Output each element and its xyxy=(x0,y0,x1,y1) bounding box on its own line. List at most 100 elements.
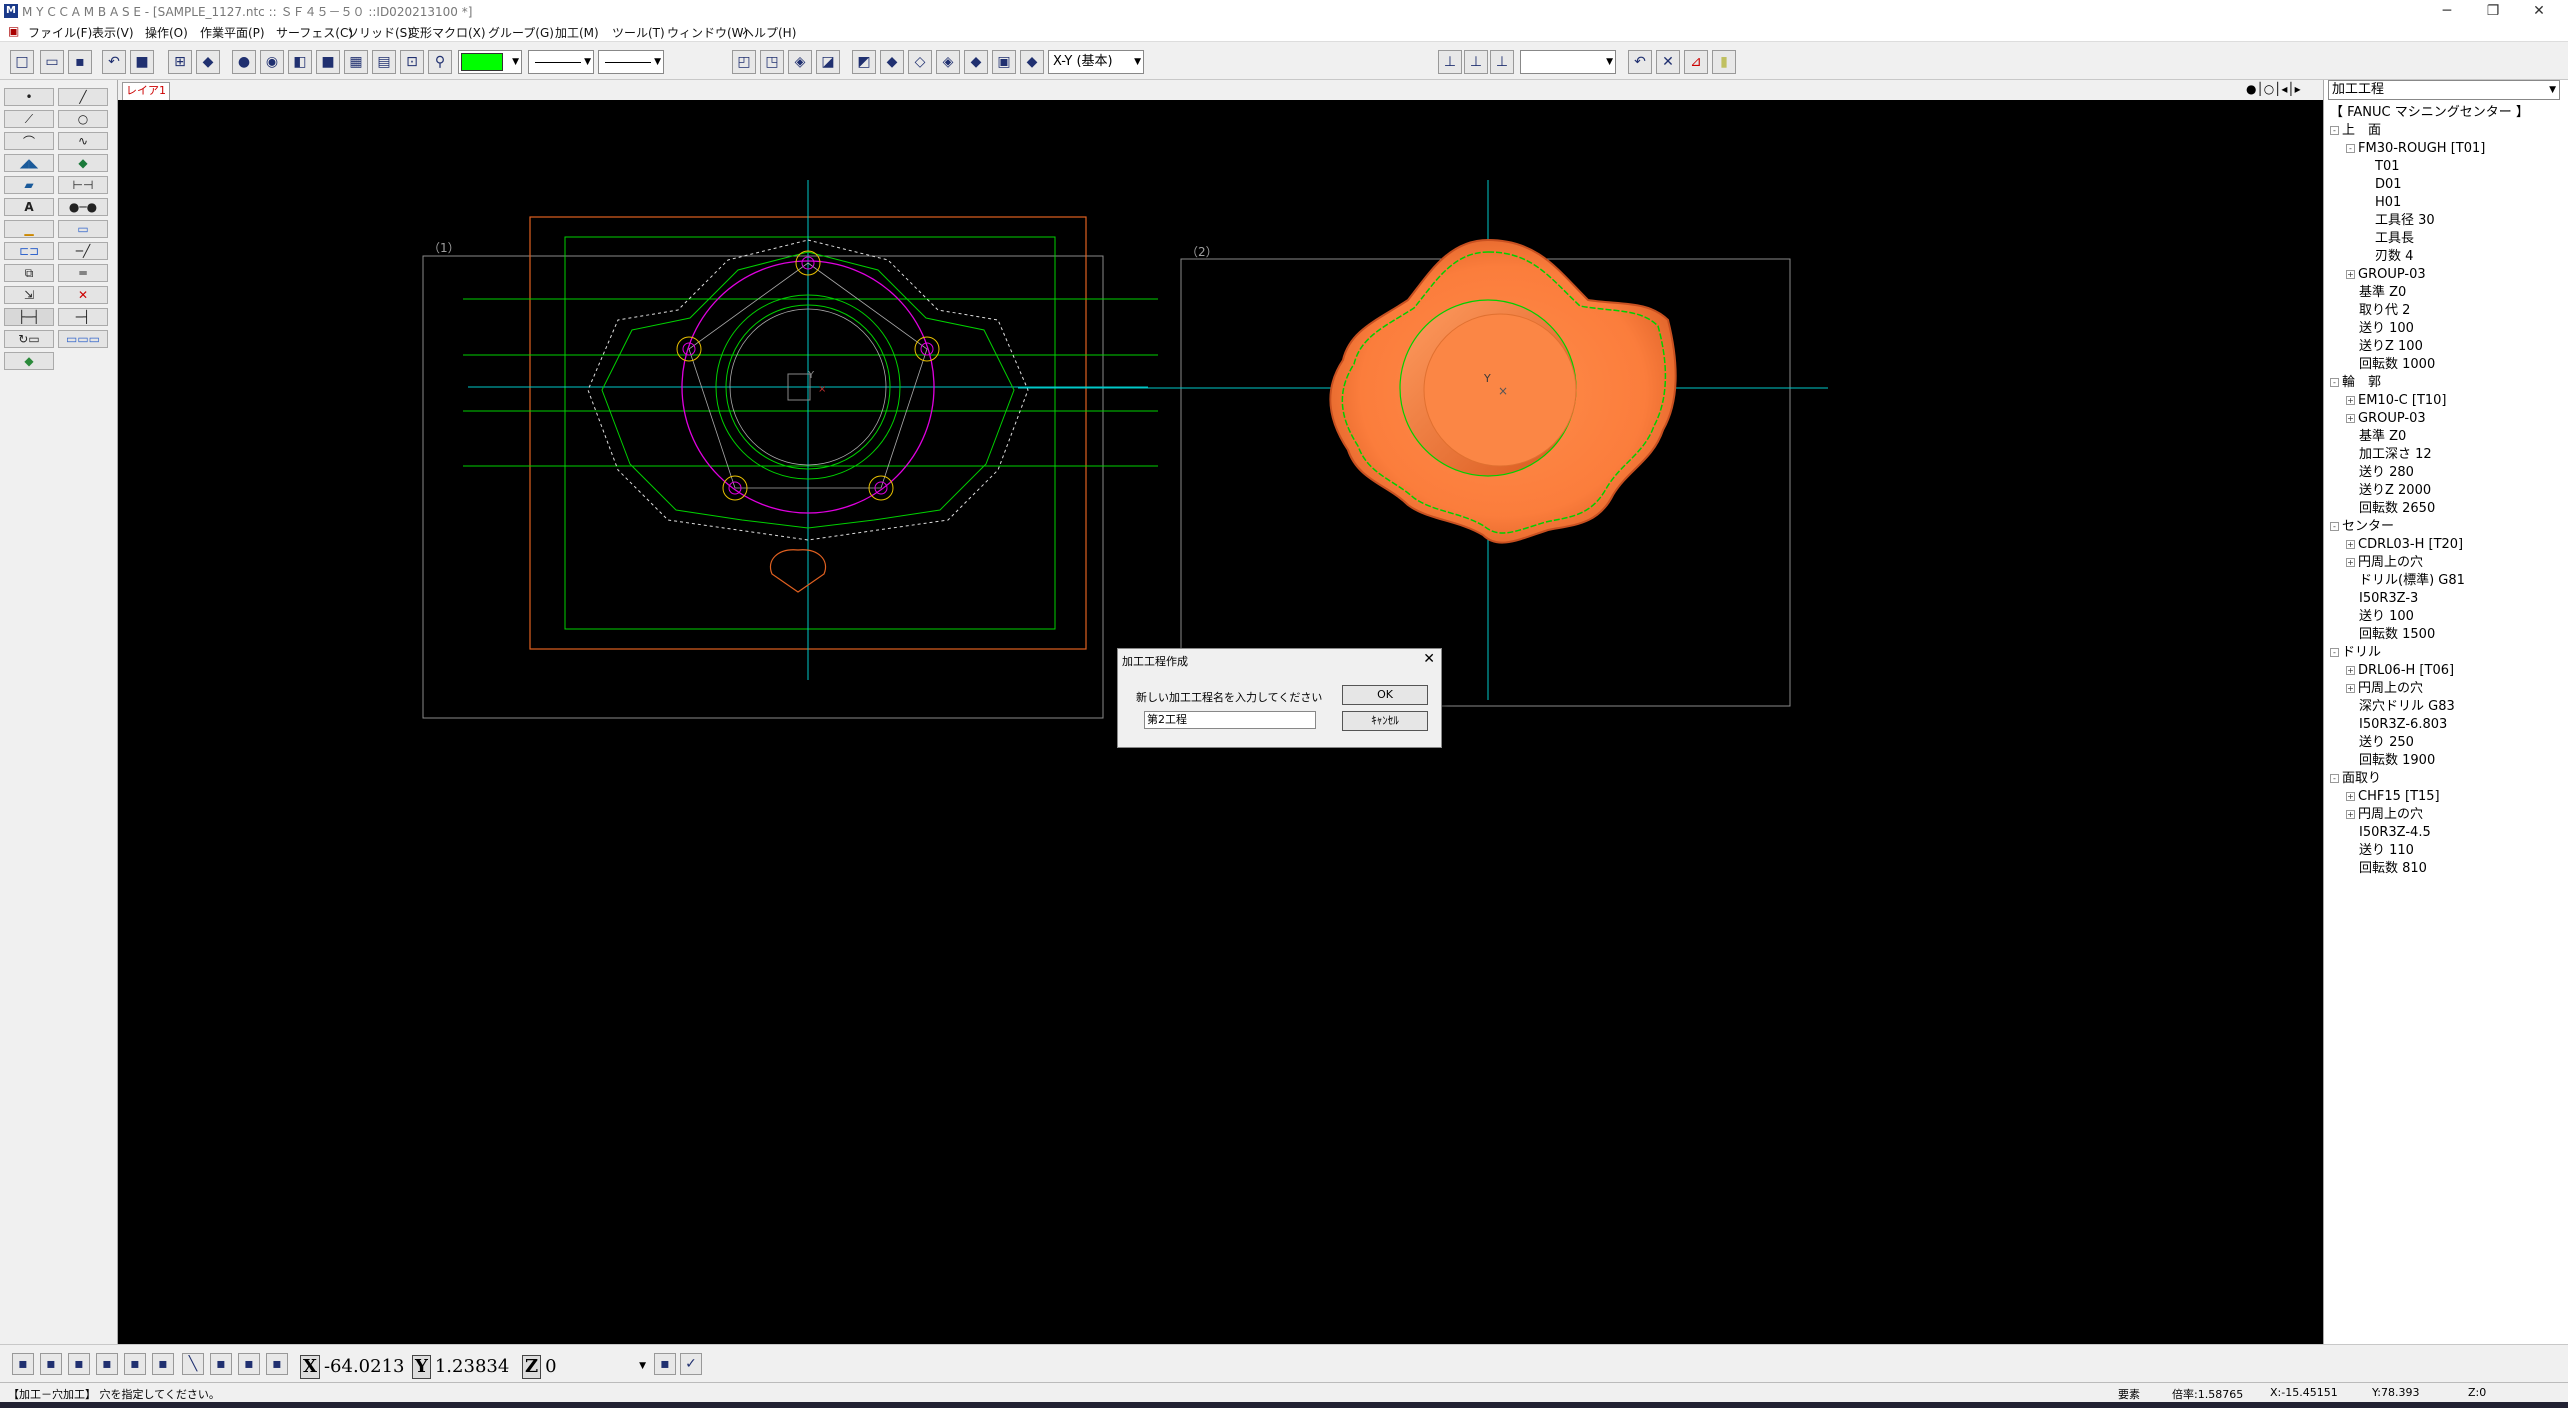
tree-node[interactable]: I50R3Z-3 xyxy=(2330,590,2562,608)
hatch-icon[interactable]: ▁ xyxy=(4,220,54,238)
coord-apply-icon[interactable]: ▪ xyxy=(654,1353,676,1375)
copy-icon[interactable]: ⧉ xyxy=(4,264,54,282)
process-combo[interactable]: 加工工程 ▼ xyxy=(2328,80,2560,100)
tree-node[interactable]: + CHF15 [T15] xyxy=(2330,788,2562,806)
menu-window[interactable]: ウィンドウ(W) xyxy=(667,24,748,41)
tree-node[interactable]: - FM30-ROUGH [T01] xyxy=(2330,140,2562,158)
dialog-close-icon[interactable]: ✕ xyxy=(1423,651,1435,667)
box-icon[interactable]: ■ xyxy=(316,50,340,74)
y-coordinate[interactable]: Y 1.23834 xyxy=(412,1355,509,1379)
plane-select[interactable]: X-Y (基本) ▼ xyxy=(1048,50,1144,74)
text-icon[interactable]: A xyxy=(4,198,54,216)
ruler-icon[interactable]: ▭ xyxy=(58,220,108,238)
wire-sphere-icon[interactable]: ◉ xyxy=(260,50,284,74)
tree-node[interactable]: + 円周上の穴 xyxy=(2330,680,2562,698)
highlight-icon[interactable]: ▮ xyxy=(1712,50,1736,74)
tree-node[interactable]: 送り 280 xyxy=(2330,464,2562,482)
snap-mode-icon-7[interactable]: ▪ xyxy=(210,1353,232,1375)
linewidth-select[interactable]: ▼ xyxy=(598,50,664,74)
rotate-icon[interactable]: ↶ xyxy=(1628,50,1652,74)
save-icon[interactable]: ▪ xyxy=(68,50,92,74)
snap-mode-icon-8[interactable]: ▪ xyxy=(238,1353,260,1375)
collapse-icon[interactable]: - xyxy=(2330,126,2339,135)
arc-icon[interactable]: ⌒ xyxy=(4,132,54,150)
snap-mode-icon-9[interactable]: ▪ xyxy=(266,1353,288,1375)
tree-node[interactable]: -上 面 xyxy=(2330,122,2562,140)
dim-y-icon[interactable]: ⊥ xyxy=(1464,50,1488,74)
tree-node[interactable]: + EM10-C [T10] xyxy=(2330,392,2562,410)
x-coordinate[interactable]: X -64.0213 xyxy=(300,1355,405,1379)
attribute-icon[interactable]: ⚲ xyxy=(428,50,452,74)
expand-icon[interactable]: + xyxy=(2346,666,2355,675)
rotate-view-icon[interactable]: ◩ xyxy=(852,50,876,74)
menu-macro[interactable]: 変形マクロ(X) xyxy=(408,24,486,41)
menu-surface[interactable]: サーフェス(C) xyxy=(276,24,353,41)
process-name-input[interactable]: 第2工程 xyxy=(1144,711,1316,729)
dim-x-icon[interactable]: ⊥ xyxy=(1438,50,1462,74)
cancel-button[interactable]: ｷｬﾝｾﾙ xyxy=(1342,711,1428,731)
snap-mode-icon-1[interactable]: ▪ xyxy=(12,1353,34,1375)
tree-node[interactable]: 回転数 1500 xyxy=(2330,626,2562,644)
snap-line-icon[interactable]: ╲ xyxy=(182,1353,204,1375)
tree-node[interactable]: + 円周上の穴 xyxy=(2330,806,2562,824)
tree-node[interactable]: + GROUP-03 xyxy=(2330,410,2562,428)
collapse-icon[interactable]: - xyxy=(2330,774,2339,783)
snap-icon[interactable]: ⊡ xyxy=(400,50,424,74)
tree-node[interactable]: - ドリル xyxy=(2330,644,2562,662)
expand-icon[interactable]: + xyxy=(2346,792,2355,801)
redraw-icon[interactable]: ◈ xyxy=(936,50,960,74)
tree-node[interactable]: 工具径 30 xyxy=(2330,212,2562,230)
dim-select[interactable]: ▼ xyxy=(1520,50,1616,74)
doc-icon[interactable]: ▣ xyxy=(8,24,19,38)
ok-button[interactable]: OK xyxy=(1342,685,1428,705)
tree-node[interactable]: 取り代 2 xyxy=(2330,302,2562,320)
erase-icon[interactable]: ✕ xyxy=(58,286,108,304)
tree-node[interactable]: 送り 110 xyxy=(2330,842,2562,860)
tree-node[interactable]: 刃数 4 xyxy=(2330,248,2562,266)
tree-node[interactable]: + 円周上の穴 xyxy=(2330,554,2562,572)
tree-node[interactable]: H01 xyxy=(2330,194,2562,212)
expand-icon[interactable]: + xyxy=(2346,270,2355,279)
color-select[interactable]: ▼ xyxy=(458,50,522,74)
expand-icon[interactable]: + xyxy=(2346,684,2355,693)
tab-layout[interactable]: レイア1 xyxy=(122,82,170,100)
menu-help[interactable]: ヘルプ(H) xyxy=(742,24,796,41)
collapse-icon[interactable]: - xyxy=(2330,378,2339,387)
redo-icon[interactable]: ■ xyxy=(130,50,154,74)
snap-mode-icon-3[interactable]: ▪ xyxy=(68,1353,90,1375)
tree-node[interactable]: + GROUP-03 xyxy=(2330,266,2562,284)
new-file-icon[interactable]: □ xyxy=(10,50,34,74)
viewport-nav[interactable]: ●│○│◂│▸ xyxy=(2246,82,2301,96)
close-button[interactable]: ✕ xyxy=(2516,0,2562,22)
polyline-icon[interactable]: ⟋ xyxy=(4,110,54,128)
open-folder-icon[interactable]: ▭ xyxy=(40,50,64,74)
tree-node[interactable]: 送り 100 xyxy=(2330,608,2562,626)
collapse-icon[interactable]: - xyxy=(2330,648,2339,657)
trim-icon[interactable]: ⊏⊐ xyxy=(4,242,54,260)
plane-icon[interactable]: ▦ xyxy=(344,50,368,74)
array-icon[interactable]: ▭▭▭ xyxy=(58,330,108,348)
menu-machining[interactable]: 加工(M) xyxy=(555,24,599,41)
tree-node[interactable]: 送り 250 xyxy=(2330,734,2562,752)
restore-button[interactable]: ❐ xyxy=(2470,0,2516,22)
tree-node[interactable]: 送り 100 xyxy=(2330,320,2562,338)
tree-node[interactable]: 回転数 2650 xyxy=(2330,500,2562,518)
tree-node[interactable]: I50R3Z-4.5 xyxy=(2330,824,2562,842)
view-top-icon[interactable]: ◪ xyxy=(816,50,840,74)
measure-icon[interactable]: ⊿ xyxy=(1684,50,1708,74)
undo-icon[interactable]: ↶ xyxy=(102,50,126,74)
tree-node[interactable]: ドリル(標準) G81 xyxy=(2330,572,2562,590)
tree-node[interactable]: 【 FANUC マシニングセンター 】 xyxy=(2330,104,2562,122)
tree-node[interactable]: -輪 郭 xyxy=(2330,374,2562,392)
tree-node[interactable]: D01 xyxy=(2330,176,2562,194)
snap-mode-icon-5[interactable]: ▪ xyxy=(124,1353,146,1375)
spline-icon[interactable]: ∿ xyxy=(58,132,108,150)
grid-icon[interactable]: ▤ xyxy=(372,50,396,74)
coord-ok-icon[interactable]: ✓ xyxy=(680,1353,702,1375)
expand-icon[interactable]: + xyxy=(2346,396,2355,405)
shade-sphere-icon[interactable]: ● xyxy=(232,50,256,74)
zoom-fit-icon[interactable]: ⊞ xyxy=(168,50,192,74)
expand-icon[interactable]: + xyxy=(2346,414,2355,423)
snap-mode-icon-2[interactable]: ▪ xyxy=(40,1353,62,1375)
collapse-icon[interactable]: - xyxy=(2346,144,2355,153)
